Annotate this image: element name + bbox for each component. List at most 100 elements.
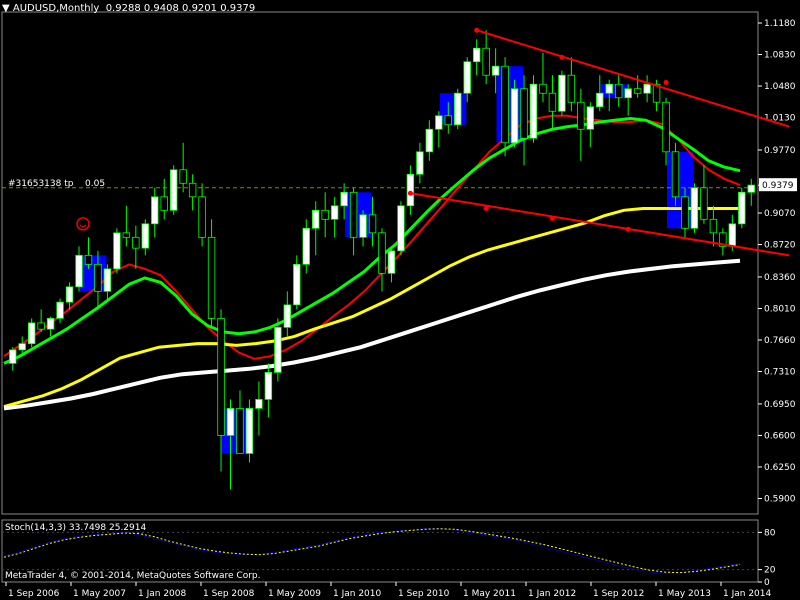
time-tick-label: 1 May 2011: [463, 589, 516, 599]
stoch-tick-label: 0: [764, 578, 770, 588]
trade-label: #31653138 tp: [8, 179, 74, 189]
candle-body: [482, 47, 490, 76]
candle-body: [397, 205, 405, 252]
price-tick-label: 0.6600: [764, 431, 796, 441]
ohlc-values: 0.9288 0.9408 0.9201 0.9379: [105, 3, 256, 14]
candle-body: [709, 218, 718, 234]
time-tick-label: 1 Sep 2010: [398, 589, 450, 599]
candle-body: [18, 343, 26, 351]
time-tick-label: 1 May 2013: [658, 589, 711, 599]
time-tick-label: 1 Sep 2006: [8, 589, 60, 599]
price-tick-label: 0.8360: [764, 273, 796, 283]
channel-anchor-point: [663, 79, 669, 85]
candle-body: [37, 322, 45, 330]
time-tick-label: 1 May 2007: [73, 589, 126, 599]
candle-body: [624, 88, 632, 99]
stoch-label: Stoch(14,3,3) 33.7498 25.2914: [5, 523, 146, 533]
candle-body: [122, 232, 131, 238]
candle-body: [577, 101, 585, 130]
candle-body: [141, 223, 150, 249]
candle-body: [94, 263, 102, 292]
candle-body: [321, 209, 329, 220]
candle-body: [454, 92, 462, 126]
candle-body: [671, 151, 680, 198]
price-tick-label: 0.6950: [764, 400, 796, 410]
price-tick-label: 0.9070: [764, 209, 796, 219]
trade-value: 0.05: [85, 179, 105, 189]
candle-body: [539, 83, 547, 94]
candle-body: [217, 317, 225, 436]
price-tick-label: 0.7310: [764, 368, 796, 378]
stoch-main-line: [3, 528, 741, 574]
price-tick-label: 0.7660: [764, 336, 796, 346]
candle-body: [368, 214, 377, 234]
candle-body: [444, 115, 452, 126]
price-tick-label: 0.9770: [764, 146, 796, 156]
candle-body: [198, 196, 206, 238]
price-chart-svg[interactable]: 1.1180 1.0830 1.0480 1.0130 0.9770 0.9379 0.90…: [0, 0, 800, 600]
price-tick-label: 0.8010: [764, 304, 796, 314]
smiley-icon: [76, 217, 90, 231]
candle-body: [690, 187, 699, 229]
candle-body: [700, 187, 708, 220]
candle-body: [207, 236, 216, 319]
candle-body: [586, 106, 595, 130]
candle-body: [501, 65, 509, 144]
candle-body: [387, 250, 396, 274]
candle-body: [567, 74, 576, 103]
candle-body: [529, 83, 538, 139]
candle-body: [463, 61, 471, 94]
time-tick-label: 1 Jan 2012: [528, 589, 576, 599]
candle-body: [416, 151, 424, 175]
candle-body: [681, 196, 689, 229]
candle-body: [9, 349, 17, 364]
candle-body: [226, 408, 235, 436]
candle-body: [264, 372, 273, 400]
candle-body: [132, 236, 140, 249]
candle-body: [510, 88, 519, 144]
time-tick-label: 1 Jan 2008: [138, 589, 186, 599]
highlight-box: [79, 255, 107, 292]
candle-body: [472, 47, 481, 63]
stoch-tick-label: 80: [764, 528, 776, 538]
highlight-box: [496, 66, 524, 143]
candle-body: [56, 301, 64, 319]
candle-body: [491, 65, 500, 76]
candle-body: [330, 205, 339, 220]
time-tick-label: 1 Sep 2012: [593, 589, 644, 599]
highlight-box: [345, 192, 372, 238]
copyright-text: MetaTrader 4, © 2001-2014, MetaQuotes So…: [5, 571, 261, 581]
channel-anchor-point: [625, 226, 631, 232]
highlight-box: [600, 84, 628, 98]
candle-body: [293, 263, 301, 306]
price-tick-label: 0.6250: [764, 463, 796, 473]
candle-body: [65, 286, 74, 303]
chart-header: ▼ AUDUSD,Monthly 0.9288 0.9408 0.9201 0.…: [2, 3, 255, 14]
stoch-signal-line: [3, 528, 741, 574]
candle-body: [312, 209, 320, 229]
time-tick-label: 1 Jan 2014: [723, 589, 771, 599]
candle-body: [643, 83, 651, 94]
price-tick-label: 1.0480: [764, 82, 796, 92]
candle-body: [406, 173, 415, 207]
price-tick-label: 0.8720: [764, 241, 796, 251]
symbol-dropdown-icon[interactable]: ▼: [2, 3, 13, 14]
channel-anchor-point: [549, 215, 555, 221]
channel-anchor-point: [559, 54, 565, 60]
candle-body: [245, 408, 254, 454]
candle-body: [84, 254, 93, 265]
candle-body: [27, 322, 36, 344]
price-tick-label: 1.1180: [764, 19, 796, 29]
candle-body: [179, 169, 187, 184]
candle-body: [340, 191, 348, 207]
candle-body: [236, 408, 244, 454]
symbol-label: AUDUSD,Monthly: [12, 3, 100, 14]
candle-body: [747, 184, 755, 193]
candle-body: [255, 399, 263, 409]
candle-body: [435, 115, 443, 130]
metatrader-chart[interactable]: 1.1180 1.0830 1.0480 1.0130 0.9770 0.9379 0.90…: [0, 0, 800, 600]
candle-body: [596, 92, 604, 108]
candle-body: [349, 191, 358, 238]
smiley-mouth: [79, 224, 87, 228]
candle-body: [558, 74, 566, 112]
